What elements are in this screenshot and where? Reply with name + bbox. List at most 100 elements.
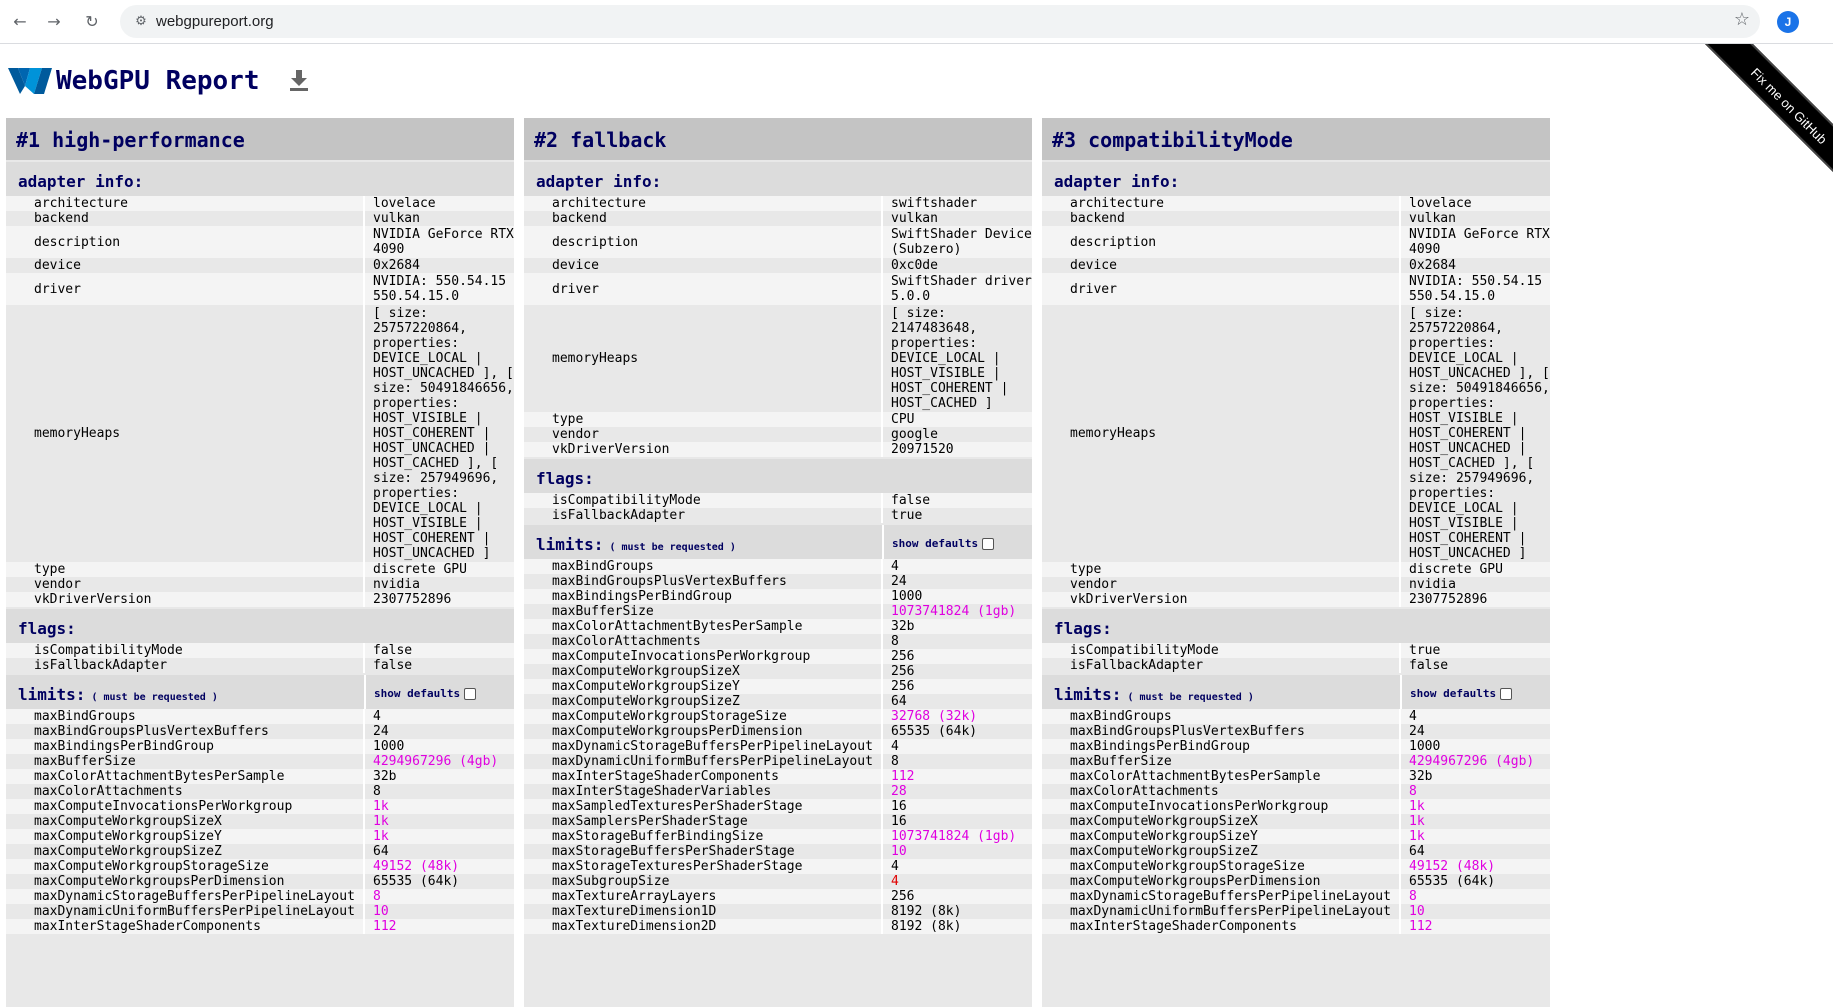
table-row: memoryHeaps [ size: 25757220864, properti… (1042, 305, 1550, 562)
row-key: maxStorageBufferBindingSize (552, 829, 764, 844)
row-key: maxSubgroupSize (552, 874, 670, 889)
table-row: architecture lovelace (1042, 196, 1550, 211)
row-value: nvidia (363, 577, 514, 592)
adapter-column: #3 compatibilityMode adapter info: archite… (1042, 118, 1550, 1007)
row-key: memoryHeaps (552, 351, 639, 366)
row-value: [ size: 25757220864, properties: DEVICE_… (363, 305, 514, 562)
limits-label: limits: (536, 535, 604, 554)
download-icon[interactable] (290, 70, 308, 98)
row-key: vendor (552, 427, 599, 442)
reload-icon[interactable]: ↻ (78, 8, 106, 36)
table-row: maxStorageTexturesPerShaderStage 4 (524, 859, 1032, 874)
row-key: type (34, 562, 66, 577)
row-value: 256 (881, 889, 1032, 904)
table-row: maxSubgroupSize 4 (524, 874, 1032, 889)
table-row: isCompatibilityMode true (1042, 643, 1550, 658)
table-row: driver NVIDIA: 550.54.15 550.54.15.0 (6, 273, 514, 305)
row-value: SwiftShader driver 5.0.0 (881, 273, 1032, 305)
table-row: maxStorageBuffersPerShaderStage 10 (524, 844, 1032, 859)
must-be-requested-note: ( must be requested ) (609, 542, 736, 553)
table-row: device 0xc0de (524, 258, 1032, 273)
row-value: false (881, 493, 1032, 508)
must-be-requested-note: ( must be requested ) (1127, 692, 1254, 703)
row-value: 64 (1399, 844, 1550, 859)
row-value: true (881, 508, 1032, 523)
row-key: maxColorAttachmentBytesPerSample (34, 769, 285, 784)
table-row: maxInterStageShaderComponents 112 (6, 919, 514, 934)
row-key: backend (1070, 211, 1125, 226)
row-key: maxSampledTexturesPerShaderStage (552, 799, 803, 814)
table-row: maxComputeInvocationsPerWorkgroup 256 (524, 649, 1032, 664)
row-value: 8192 (8k) (881, 919, 1032, 934)
show-defaults-toggle[interactable]: show defaults (1400, 675, 1520, 709)
table-row: maxColorAttachments 8 (524, 634, 1032, 649)
adapter-info-heading: adapter info: (1042, 160, 1550, 196)
limits-heading-row: limits: ( must be requested ) show default… (1042, 673, 1550, 709)
row-key: maxBindGroupsPlusVertexBuffers (552, 574, 787, 589)
row-value: lovelace (1399, 196, 1550, 211)
table-row: isFallbackAdapter false (1042, 658, 1550, 673)
row-value: NVIDIA: 550.54.15 550.54.15.0 (1399, 273, 1550, 305)
limits-table: maxBindGroups 4 maxBindGroupsPlusVertexBuf… (6, 709, 514, 934)
row-value: 1k (1399, 799, 1550, 814)
url-text[interactable]: webgpureport.org (156, 13, 274, 30)
site-info-icon[interactable]: ⚙ (130, 11, 152, 33)
row-value: 32b (363, 769, 514, 784)
row-value: 1000 (881, 589, 1032, 604)
table-row: type CPU (524, 412, 1032, 427)
row-value: false (363, 658, 514, 673)
table-row: vkDriverVersion 2307752896 (1042, 592, 1550, 607)
table-row: maxTextureArrayLayers 256 (524, 889, 1032, 904)
row-key: maxDynamicUniformBuffersPerPipelineLayou… (1070, 904, 1391, 919)
row-key: maxComputeWorkgroupSizeZ (552, 694, 740, 709)
show-defaults-checkbox[interactable] (464, 688, 477, 700)
row-value: 256 (881, 679, 1032, 694)
row-value: 4 (363, 709, 514, 724)
bookmark-star-icon[interactable]: ☆ (1734, 9, 1750, 30)
table-row: maxInterStageShaderComponents 112 (1042, 919, 1550, 934)
row-key: maxColorAttachments (1070, 784, 1219, 799)
row-value: 1k (363, 799, 514, 814)
row-value: 65535 (64k) (1399, 874, 1550, 889)
row-value: true (1399, 643, 1550, 658)
row-value: discrete GPU (1399, 562, 1550, 577)
row-key: maxColorAttachmentBytesPerSample (1070, 769, 1321, 784)
table-row: maxDynamicUniformBuffersPerPipelineLayou… (6, 904, 514, 919)
back-icon[interactable]: ← (6, 8, 34, 36)
row-value: 10 (881, 844, 1032, 859)
table-row: maxBindingsPerBindGroup 1000 (1042, 739, 1550, 754)
table-row: maxDynamicUniformBuffersPerPipelineLayou… (524, 754, 1032, 769)
row-key: backend (552, 211, 607, 226)
table-row: maxComputeInvocationsPerWorkgroup 1k (1042, 799, 1550, 814)
show-defaults-toggle[interactable]: show defaults (882, 525, 1002, 559)
flags-table: isCompatibilityMode false isFallbackAdapte… (6, 643, 514, 673)
forward-icon[interactable]: → (40, 8, 68, 36)
show-defaults-checkbox[interactable] (982, 538, 995, 550)
table-row: maxComputeWorkgroupSizeZ 64 (6, 844, 514, 859)
profile-avatar[interactable]: J (1777, 11, 1799, 33)
limits-heading: limits: ( must be requested ) (1042, 675, 1400, 709)
github-ribbon-link[interactable]: Fix me on GitHub (1689, 44, 1833, 206)
show-defaults-toggle[interactable]: show defaults (364, 675, 484, 709)
row-key: maxStorageTexturesPerShaderStage (552, 859, 803, 874)
table-row: maxComputeWorkgroupSizeY 1k (1042, 829, 1550, 844)
show-defaults-checkbox[interactable] (1500, 688, 1513, 700)
table-row: maxStorageBufferBindingSize 1073741824 (1… (524, 829, 1032, 844)
table-row: maxTextureDimension1D 8192 (8k) (524, 904, 1032, 919)
row-key: maxTextureDimension2D (552, 919, 717, 934)
address-bar[interactable]: ⚙ webgpureport.org ☆ (120, 5, 1760, 38)
row-key: maxBindGroupsPlusVertexBuffers (34, 724, 269, 739)
row-key: isFallbackAdapter (1070, 658, 1204, 673)
row-value: SwiftShader Device (Subzero) (881, 226, 1032, 258)
row-value: 1k (1399, 814, 1550, 829)
row-key: maxInterStageShaderVariables (552, 784, 772, 799)
row-key: driver (1070, 281, 1117, 297)
row-key: architecture (1070, 196, 1164, 211)
flags-table: isCompatibilityMode false isFallbackAdapte… (524, 493, 1032, 523)
row-key: description (34, 234, 121, 250)
table-row: memoryHeaps [ size: 2147483648, propertie… (524, 305, 1032, 412)
row-value: 1073741824 (1gb) (881, 829, 1032, 844)
row-key: maxComputeWorkgroupSizeY (552, 679, 740, 694)
row-key: vkDriverVersion (34, 592, 152, 607)
row-value: 4 (881, 874, 1032, 889)
